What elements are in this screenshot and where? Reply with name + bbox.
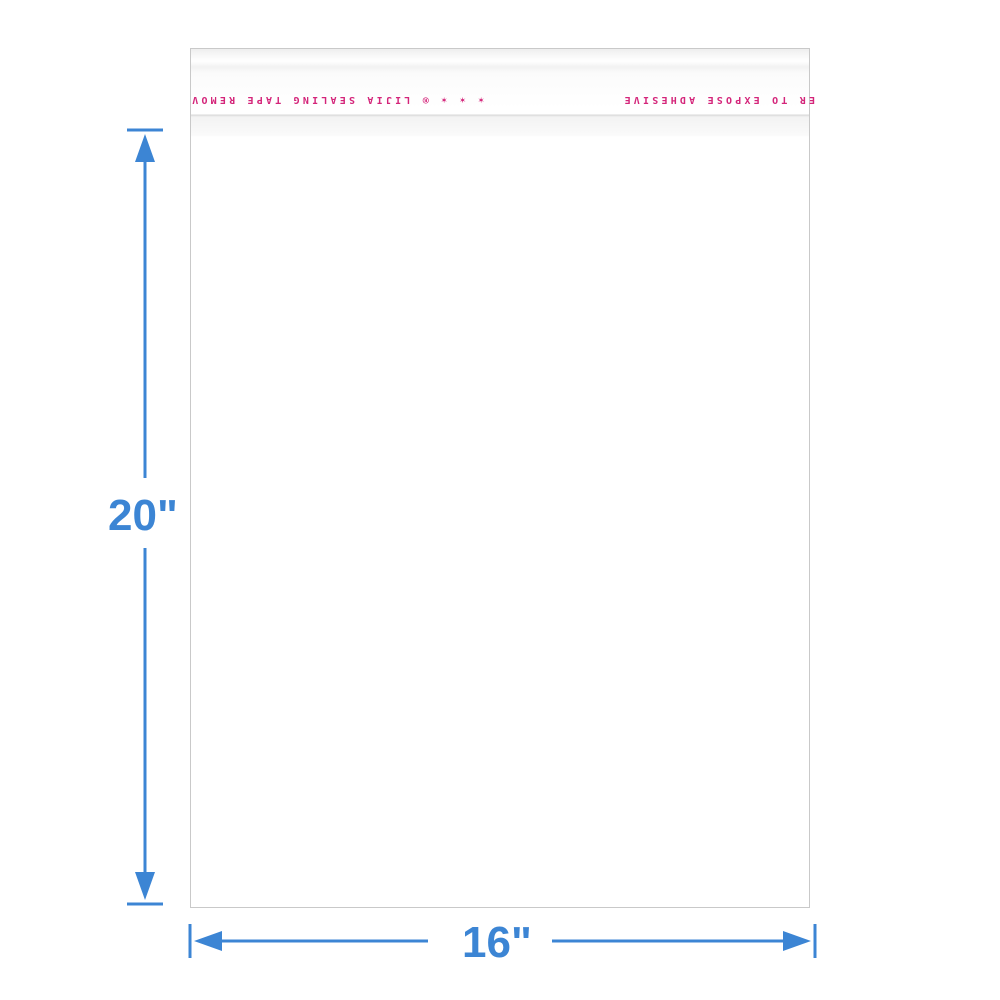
arrow-right-icon [783,931,811,951]
arrow-down-icon [135,872,155,900]
width-label: 16" [462,918,532,967]
height-label: 20" [108,491,178,540]
arrow-up-icon [135,134,155,162]
arrow-left-icon [194,931,222,951]
